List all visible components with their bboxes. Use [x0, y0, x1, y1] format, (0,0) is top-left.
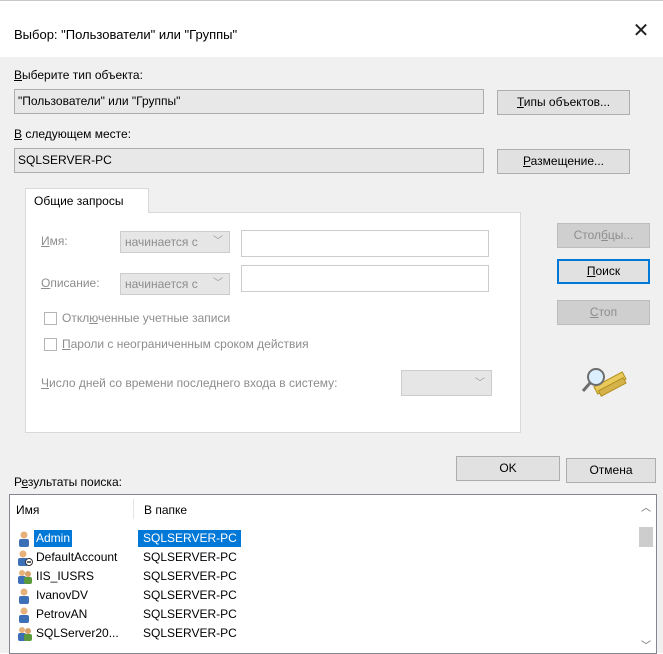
window-title: Выбор: "Пользователи" или "Группы": [14, 27, 238, 42]
table-row[interactable]: IvanovDV SQLSERVER-PC: [10, 586, 270, 605]
cancel-button[interactable]: Отмена: [566, 458, 656, 483]
scrollbar-thumb[interactable]: [639, 527, 653, 547]
search-button[interactable]: Поиск: [557, 259, 650, 284]
row-folder: SQLSERVER-PC: [143, 550, 237, 564]
table-row[interactable]: IIS_IUSRS SQLSERVER-PC: [10, 567, 270, 586]
row-name: SQLServer20...: [36, 626, 119, 640]
select-users-dialog: Выбор: "Пользователи" или "Группы" ✕ Выб…: [0, 0, 663, 654]
non-expiring-passwords-checkbox[interactable]: [44, 338, 57, 351]
name-label: Имя:: [41, 234, 68, 248]
columns-button[interactable]: Столбцы...: [557, 223, 650, 248]
disabled-accounts-label: Отключенные учетные записи: [62, 311, 231, 325]
row-folder: SQLSERVER-PC: [143, 569, 237, 583]
row-name: DefaultAccount: [36, 550, 118, 564]
object-type-field: "Пользователи" или "Группы": [14, 89, 484, 114]
row-name: IIS_IUSRS: [36, 569, 95, 583]
scroll-down-arrow-icon[interactable]: ﹀: [640, 637, 652, 652]
user-disabled-icon: [16, 549, 33, 566]
column-header-name[interactable]: Имя: [16, 503, 39, 517]
location-label: В следующем месте:: [14, 127, 132, 141]
row-folder: SQLSERVER-PC: [143, 626, 237, 640]
name-operator-select[interactable]: начинается с ﹀: [120, 231, 230, 253]
location-field: SQLSERVER-PC: [14, 148, 484, 173]
row-name: PetrovAN: [36, 607, 88, 621]
close-button[interactable]: ✕: [619, 13, 663, 49]
ok-button[interactable]: OK: [456, 456, 560, 481]
row-folder: SQLSERVER-PC: [143, 607, 237, 621]
common-queries-panel: Имя: начинается с ﹀ Описание: начинается …: [25, 212, 521, 433]
days-since-logon-select[interactable]: ﹀: [401, 370, 492, 396]
user-icon: [16, 587, 33, 604]
chevron-down-icon: ﹀: [213, 236, 223, 247]
name-input[interactable]: [241, 230, 489, 257]
description-input[interactable]: [241, 265, 489, 292]
tab-common-queries[interactable]: Общие запросы: [25, 188, 149, 213]
locations-button[interactable]: Размещение...: [497, 149, 630, 174]
disabled-accounts-checkbox[interactable]: [44, 312, 57, 325]
non-expiring-passwords-label: Пароли с неограниченным сроком действия: [62, 337, 309, 351]
group-icon: [16, 568, 33, 585]
description-label: Описание:: [41, 276, 100, 290]
description-operator-select[interactable]: начинается с ﹀: [120, 273, 230, 295]
row-folder: SQLSERVER-PC: [138, 530, 241, 547]
user-icon: [16, 606, 33, 623]
object-types-button[interactable]: Типы объектов...: [497, 90, 630, 115]
row-name: IvanovDV: [36, 588, 89, 602]
chevron-down-icon: ﹀: [475, 378, 485, 389]
table-row[interactable]: SQLServer20... SQLSERVER-PC: [10, 624, 270, 643]
magnifier-icon: [581, 368, 627, 397]
user-icon: [16, 530, 33, 547]
object-type-label: Выберите тип объекта:: [14, 68, 143, 82]
chevron-down-icon: ﹀: [213, 278, 223, 289]
table-row[interactable]: DefaultAccount SQLSERVER-PC: [10, 548, 270, 567]
stop-button[interactable]: Стоп: [557, 300, 650, 325]
scroll-up-arrow-icon[interactable]: ︿: [640, 499, 652, 514]
results-list[interactable]: Имя В папке Admin SQLSERVER-PC DefaultAcco…: [9, 494, 657, 654]
column-divider[interactable]: [133, 499, 134, 519]
table-row[interactable]: Admin SQLSERVER-PC: [10, 529, 270, 548]
title-bar: Выбор: "Пользователи" или "Группы" ✕: [0, 1, 663, 57]
results-label: Результаты поиска:: [14, 475, 122, 489]
days-since-logon-label: Число дней со времени последнего входа в…: [41, 376, 338, 390]
group-icon: [16, 625, 33, 642]
table-row[interactable]: PetrovAN SQLSERVER-PC: [10, 605, 270, 624]
column-header-folder[interactable]: В папке: [144, 503, 187, 517]
row-folder: SQLSERVER-PC: [143, 588, 237, 602]
row-name: Admin: [34, 530, 73, 547]
